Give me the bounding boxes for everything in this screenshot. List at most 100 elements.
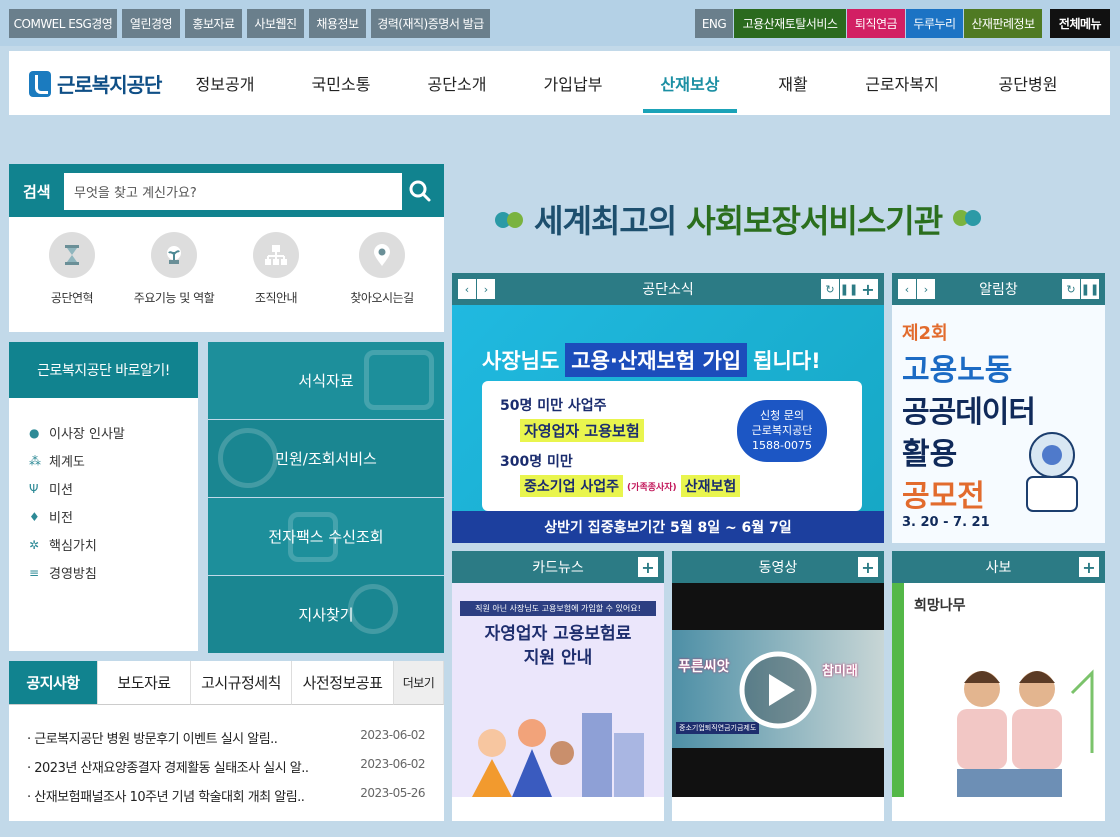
gift-icon xyxy=(288,512,338,562)
video-player[interactable]: 푸른씨앗 참미래 중소기업퇴직연금기금제도 xyxy=(672,583,884,797)
tab-notice[interactable]: 공지사항 xyxy=(9,661,98,705)
banner-text: 직원 아닌 사장님도 고용보험에 가입할 수 있어요! xyxy=(460,601,656,616)
tile-branch-finder[interactable]: 지사찾기 xyxy=(208,576,444,653)
know-item-label: 이사장 인사말 xyxy=(49,427,125,442)
tile-efax[interactable]: 전자팩스 수신조회 xyxy=(208,498,444,575)
notice-panel: 공지사항 보도자료 고시규정세칙 사전정보공표 더보기 · 근로복지공단 병원 … xyxy=(9,661,444,821)
banner-text: 산재보험 xyxy=(680,475,741,497)
know-item-label: 경영방침 xyxy=(49,567,97,582)
know-item-greeting[interactable]: ● 이사장 인사말 xyxy=(29,423,125,443)
quick-link-roles[interactable]: 주요기능 및 역할 xyxy=(119,232,229,306)
next-button[interactable]: › xyxy=(477,279,495,299)
know-item-vision[interactable]: ♦ 비전 xyxy=(29,507,73,527)
nav-item-rehab[interactable]: 재활 xyxy=(749,51,837,115)
pause-button[interactable]: ❚❚ xyxy=(840,279,858,299)
prev-button[interactable]: ‹ xyxy=(898,279,916,299)
org-chart-icon xyxy=(253,232,299,278)
stack-icon: ≡ xyxy=(29,565,40,580)
notice-title: · 근로복지공단 병원 방문후기 이벤트 실시 알림.. xyxy=(27,732,278,747)
quick-label: 주요기능 및 역할 xyxy=(133,291,215,305)
banner-text: 중소기업 사업주 xyxy=(520,475,624,497)
know-item-structure[interactable]: ⁂ 체계도 xyxy=(29,451,85,471)
banner-text: 3. 20 - 7. 21 xyxy=(902,515,990,530)
panel-news-header: 공단소식 xyxy=(452,273,884,305)
banner-text: (가족종사자) xyxy=(627,482,677,493)
more-button[interactable]: 더보기 xyxy=(394,661,444,705)
util-link-certificate[interactable]: 경력(재직)증명서 발급 xyxy=(371,9,490,38)
all-menu-button[interactable]: 전체메뉴 xyxy=(1050,9,1110,38)
person-icon: ● xyxy=(29,425,40,440)
document-icon xyxy=(364,350,434,410)
notice-row[interactable]: · 산재보험패널조사 10주년 기념 학술대회 개최 알림.. 2023-05-2… xyxy=(27,786,425,805)
quick-link-history[interactable]: 공단연혁 xyxy=(17,232,127,306)
plant-icon xyxy=(151,232,197,278)
panel-news: 공단소식 ‹ › ↻ ❚❚ + 사장님도 고용·산재보험 가입 됩니다! 50명… xyxy=(452,273,884,543)
know-item-label: 비전 xyxy=(49,511,73,526)
know-item-policy[interactable]: ≡ 경영방침 xyxy=(29,563,97,583)
notice-date: 2023-05-26 xyxy=(360,786,425,800)
tab-disclosure[interactable]: 사전정보공표 xyxy=(292,661,394,705)
nav-item-hospital[interactable]: 공단병원 xyxy=(981,51,1075,115)
quick-link-directions[interactable]: 찾아오시는길 xyxy=(327,232,437,306)
quote-open-icon xyxy=(495,212,523,228)
util-link-open[interactable]: 열린경영 xyxy=(122,9,180,38)
util-link-webzine[interactable]: 사보웹진 xyxy=(247,9,304,38)
alarm-banner[interactable]: 제2회 고용노동 공공데이터 활용 공모전 3. 20 - 7. 21 xyxy=(892,305,1105,543)
util-link-eng[interactable]: ENG xyxy=(695,9,733,38)
webzine-cover[interactable]: 희망나무 xyxy=(892,583,1105,797)
search-icon[interactable] xyxy=(408,179,432,203)
banner-text: 참미래 xyxy=(822,664,858,679)
nav-item-about[interactable]: 공단소개 xyxy=(413,51,501,115)
more-plus-button[interactable]: + xyxy=(1079,557,1099,577)
util-link-total-service[interactable]: 고용산재토탈서비스 xyxy=(734,9,846,38)
util-link-pr[interactable]: 홍보자료 xyxy=(185,9,242,38)
banner-text: 됩니다! xyxy=(753,349,821,373)
banner-text: 고용·산재보험 가입 xyxy=(565,343,748,377)
search-input[interactable]: 무엇을 찾고 계신가요? xyxy=(64,173,402,210)
util-link-esg[interactable]: COMWEL ESG경영 xyxy=(9,9,117,38)
tile-label: 지사찾기 xyxy=(298,606,354,624)
tile-forms[interactable]: 서식자료 xyxy=(208,342,444,419)
quick-label: 찾아오시는길 xyxy=(350,291,414,305)
quote-close-icon xyxy=(953,210,982,226)
banner-text: 희망나무 xyxy=(914,598,966,614)
banner-footer: 상반기 집중홍보기간 5월 8일 ~ 6월 7일 xyxy=(452,511,884,543)
know-item-values[interactable]: ✲ 핵심가치 xyxy=(29,535,97,555)
news-banner[interactable]: 사장님도 고용·산재보험 가입 됩니다! 50명 미만 사업주 자영업자 고용보… xyxy=(452,305,884,543)
refresh-button[interactable]: ↻ xyxy=(821,279,839,299)
main-navigation: 근로복지공단 정보공개 국민소통 공단소개 가입납부 산재보상 재활 근로자복지… xyxy=(9,51,1110,115)
bulb-icon xyxy=(348,584,398,634)
tile-civil-service[interactable]: 민원/조회서비스 xyxy=(208,420,444,497)
next-button[interactable]: › xyxy=(917,279,935,299)
more-plus-button[interactable]: + xyxy=(858,557,878,577)
play-icon[interactable] xyxy=(738,650,818,730)
util-link-pension[interactable]: 퇴직연금 xyxy=(847,9,905,38)
search-header: 검색 무엇을 찾고 계신가요? xyxy=(9,164,444,217)
sprout-icon: Ψ xyxy=(29,481,39,496)
notice-row[interactable]: · 2023년 산재요양종결자 경제활동 실태조사 실시 알.. 2023-06-… xyxy=(27,757,425,776)
util-link-recruit[interactable]: 채용정보 xyxy=(309,9,366,38)
util-link-durunuri[interactable]: 두루누리 xyxy=(906,9,963,38)
prev-button[interactable]: ‹ xyxy=(458,279,476,299)
nav-item-info[interactable]: 정보공개 xyxy=(181,51,269,115)
more-plus-button[interactable]: + xyxy=(858,279,878,299)
nav-item-communication[interactable]: 국민소통 xyxy=(297,51,385,115)
pause-button[interactable]: ❚❚ xyxy=(1081,279,1099,299)
search-panel: 검색 무엇을 찾고 계신가요? 공단연혁 주요기능 및 역할 조직안내 찾아오시… xyxy=(9,164,444,332)
nav-item-payment[interactable]: 가입납부 xyxy=(529,51,617,115)
tab-press[interactable]: 보도자료 xyxy=(98,661,191,705)
refresh-button[interactable]: ↻ xyxy=(1062,279,1080,299)
site-logo[interactable]: 근로복지공단 xyxy=(29,69,162,98)
banner-text: 자영업자 고용보험료 xyxy=(484,624,632,644)
more-plus-button[interactable]: + xyxy=(638,557,658,577)
util-link-precedent[interactable]: 산재판례정보 xyxy=(964,9,1042,38)
quick-link-org[interactable]: 조직안내 xyxy=(221,232,331,306)
nav-item-welfare[interactable]: 근로자복지 xyxy=(855,51,949,115)
card-news-banner[interactable]: 직원 아닌 사장님도 고용보험에 가입할 수 있어요! 자영업자 고용보험료 지… xyxy=(452,583,664,797)
nav-item-compensation[interactable]: 산재보상 xyxy=(643,51,737,115)
panel-video-header: 동영상 xyxy=(672,551,884,583)
people-photo xyxy=(957,669,1094,797)
notice-row[interactable]: · 근로복지공단 병원 방문후기 이벤트 실시 알림.. 2023-06-02 xyxy=(27,728,425,747)
tab-regulations[interactable]: 고시규정세칙 xyxy=(191,661,292,705)
know-item-mission[interactable]: Ψ 미션 xyxy=(29,479,73,499)
